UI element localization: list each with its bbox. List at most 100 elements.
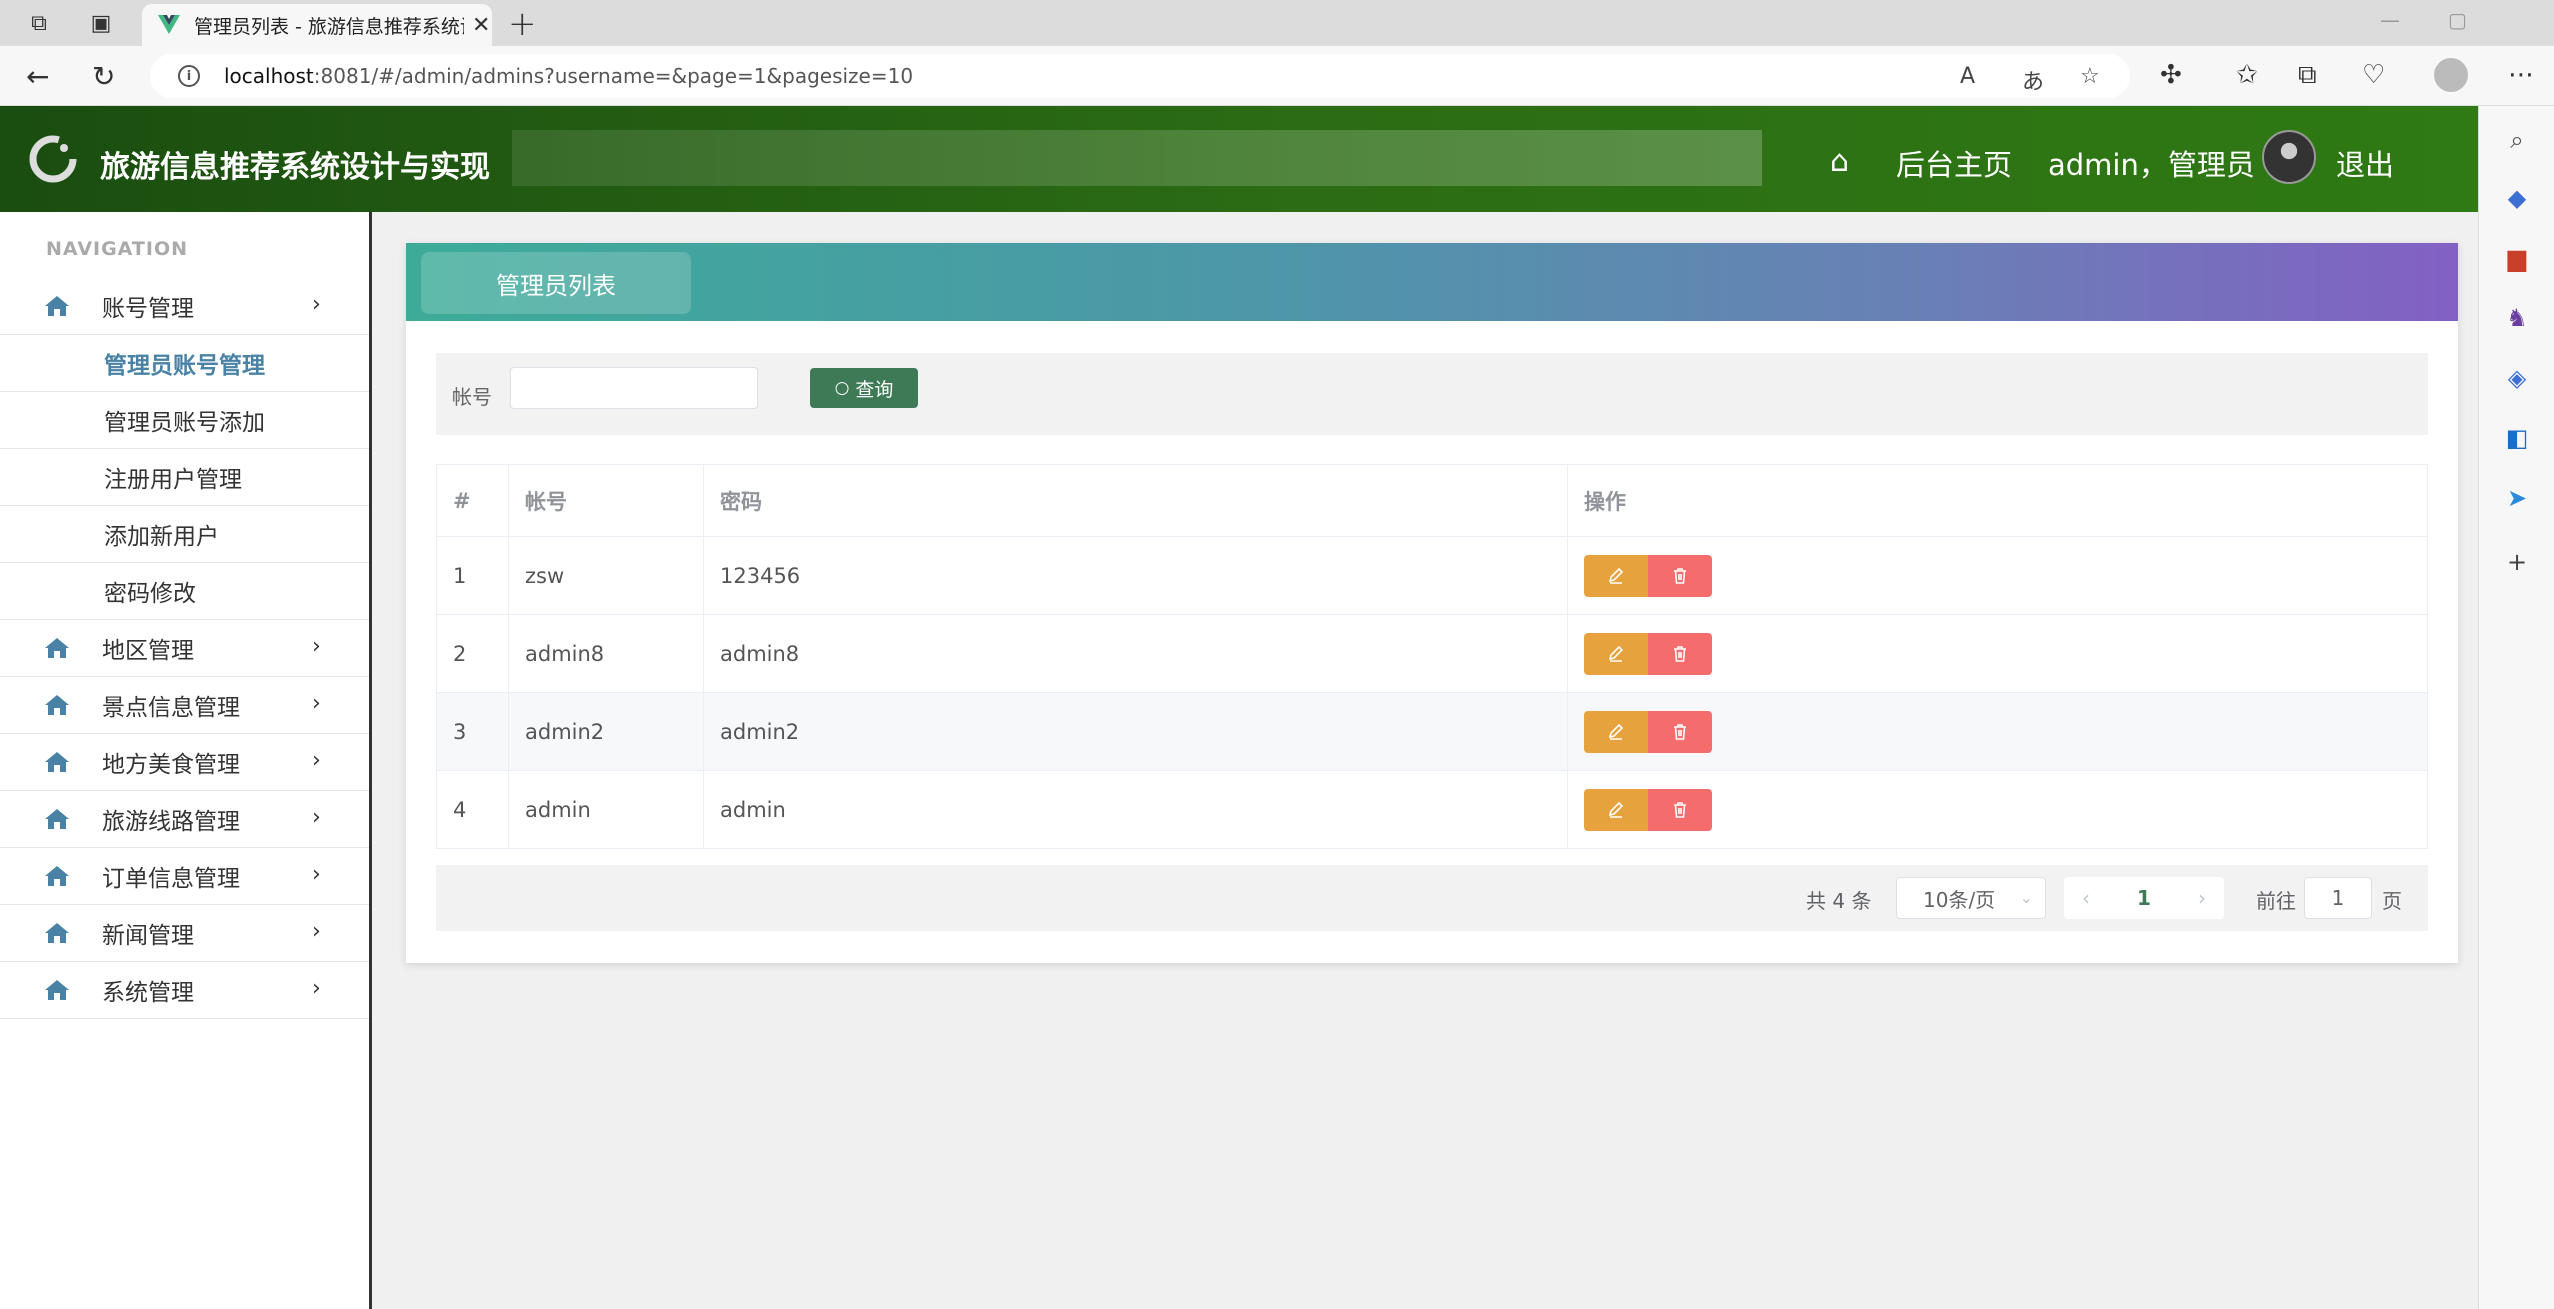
table-row: 1 zsw 123456 xyxy=(436,536,2428,615)
header-decoration xyxy=(512,130,1762,186)
sidebar-subitem-user-manage[interactable]: 注册用户管理 xyxy=(0,449,369,506)
account-search-label: 帐号 xyxy=(452,385,492,409)
sidebar-item-order[interactable]: 订单信息管理 › xyxy=(0,848,369,905)
chevron-right-icon: › xyxy=(312,805,321,830)
table-row: 4 admin admin xyxy=(436,770,2428,849)
refresh-icon[interactable]: ↻ xyxy=(92,60,115,93)
edit-icon xyxy=(1608,645,1624,662)
sidebar-subitem-password[interactable]: 密码修改 xyxy=(0,563,369,620)
chevron-right-icon: › xyxy=(312,919,321,944)
edit-icon xyxy=(1608,723,1624,740)
shopping-tag-icon[interactable]: ◆ xyxy=(2501,182,2533,214)
sidebar-subitem-admin-manage[interactable]: 管理员账号管理 xyxy=(0,335,369,392)
add-sidebar-icon[interactable]: + xyxy=(2501,546,2533,578)
vue-logo-icon xyxy=(158,15,180,34)
edit-button[interactable] xyxy=(1584,710,1648,753)
delete-button[interactable] xyxy=(1648,554,1712,597)
avatar[interactable] xyxy=(2262,130,2316,184)
sidebar-item-scenic[interactable]: 景点信息管理 › xyxy=(0,677,369,734)
next-page-icon[interactable]: › xyxy=(2198,886,2206,910)
workspaces-icon[interactable]: ⧉ xyxy=(26,10,52,36)
edit-button[interactable] xyxy=(1584,554,1648,597)
panel-header: 管理员列表 xyxy=(406,243,2458,321)
row-actions xyxy=(1567,692,2428,771)
sidebar-item-food[interactable]: 地方美食管理 › xyxy=(0,734,369,791)
prev-page-icon[interactable]: ‹ xyxy=(2082,886,2090,910)
admin-list-panel: 管理员列表 帐号 ○ 查询 # 帐号 密码 操作 1 zsw 123456 2 … xyxy=(406,243,2458,963)
row-password: 123456 xyxy=(703,536,1568,615)
row-actions xyxy=(1567,614,2428,693)
column-header-index: # xyxy=(436,464,509,537)
search-icon[interactable]: ⌕ xyxy=(2501,124,2533,156)
edit-button[interactable] xyxy=(1584,632,1648,675)
chevron-down-icon: ⌄ xyxy=(2019,888,2033,907)
home-icon[interactable]: ⌂ xyxy=(1830,144,1849,179)
url-field[interactable]: i localhost:8081/#/admin/admins?username… xyxy=(150,54,2130,98)
sidebar-item-account[interactable]: 账号管理 › xyxy=(0,278,369,335)
home-icon xyxy=(45,296,69,316)
extensions-icon[interactable]: ✣ xyxy=(2160,60,2182,90)
pager-controls: ‹ 1 › xyxy=(2064,877,2224,919)
current-page[interactable]: 1 xyxy=(2137,886,2151,910)
panel-title[interactable]: 管理员列表 xyxy=(421,252,691,314)
row-index: 4 xyxy=(436,770,509,849)
maximize-icon[interactable]: ▢ xyxy=(2448,8,2467,32)
search-button[interactable]: ○ 查询 xyxy=(810,368,918,408)
page-size-select[interactable]: 10条/页 ⌄ xyxy=(1896,877,2046,919)
outlook-icon[interactable]: ◧ xyxy=(2501,422,2533,454)
office-icon[interactable]: ◈ xyxy=(2501,362,2533,394)
minimize-icon[interactable]: — xyxy=(2380,8,2400,32)
pagination-total: 共 4 条 xyxy=(1806,889,1872,913)
trash-icon xyxy=(1674,801,1686,818)
delete-button[interactable] xyxy=(1648,632,1712,675)
site-info-icon[interactable]: i xyxy=(178,65,200,87)
sidebar-subitem-admin-add[interactable]: 管理员账号添加 xyxy=(0,392,369,449)
row-password: admin2 xyxy=(703,692,1568,771)
search-icon: ○ xyxy=(834,378,850,398)
back-icon[interactable]: ← xyxy=(26,60,49,93)
edit-button[interactable] xyxy=(1584,788,1648,831)
goto-page-input[interactable]: 1 xyxy=(2304,877,2372,919)
close-tab-icon[interactable]: ✕ xyxy=(472,13,490,38)
backend-home-link[interactable]: 后台主页 xyxy=(1896,142,2012,184)
new-tab-icon[interactable]: + xyxy=(508,4,537,44)
sidebar-item-region[interactable]: 地区管理 › xyxy=(0,620,369,677)
delete-button[interactable] xyxy=(1648,710,1712,753)
browser-tab[interactable]: 管理员列表 - 旅游信息推荐系统设计与实现 ✕ xyxy=(142,4,492,46)
sidebar-subitem-user-add[interactable]: 添加新用户 xyxy=(0,506,369,563)
sidebar-item-route[interactable]: 旅游线路管理 › xyxy=(0,791,369,848)
health-icon[interactable]: ♡ xyxy=(2362,60,2385,90)
tab-actions-icon[interactable]: ▣ xyxy=(88,10,114,36)
favorite-star-icon[interactable]: ☆ xyxy=(2080,64,2100,89)
collections-icon[interactable]: ⧉ xyxy=(2298,60,2317,91)
pagination: 共 4 条 10条/页 ⌄ ‹ 1 › 前往 1 页 xyxy=(436,865,2428,931)
page-size-value: 10条/页 xyxy=(1923,887,1996,912)
chevron-right-icon: › xyxy=(312,292,321,317)
profile-avatar-icon[interactable] xyxy=(2434,58,2468,92)
send-icon[interactable]: ➤ xyxy=(2501,482,2533,514)
sidebar-item-label: 旅游线路管理 xyxy=(102,809,240,835)
home-icon xyxy=(45,695,69,715)
sidebar-item-news[interactable]: 新闻管理 › xyxy=(0,905,369,962)
delete-button[interactable] xyxy=(1648,788,1712,831)
table-header-row: # 帐号 密码 操作 xyxy=(436,464,2428,537)
home-icon xyxy=(45,752,69,772)
app-logo-icon xyxy=(29,135,77,183)
chevron-right-icon: › xyxy=(312,634,321,659)
nav-heading: NAVIGATION xyxy=(46,238,188,260)
games-icon[interactable]: ♞ xyxy=(2501,302,2533,334)
translate-icon[interactable]: あ xyxy=(2022,64,2044,96)
trash-icon xyxy=(1674,567,1686,584)
account-search-input[interactable] xyxy=(510,367,758,409)
sidebar-item-system[interactable]: 系统管理 › xyxy=(0,962,369,1019)
favorites-icon[interactable]: ✩ xyxy=(2236,60,2258,90)
tools-icon[interactable]: ▆ xyxy=(2501,242,2533,274)
more-menu-icon[interactable]: ⋯ xyxy=(2508,60,2534,90)
sidebar-nav: NAVIGATION 账号管理 › 管理员账号管理 管理员账号添加 注册用户管理… xyxy=(0,212,372,1309)
chevron-right-icon: › xyxy=(312,691,321,716)
chevron-right-icon: › xyxy=(312,862,321,887)
logout-link[interactable]: 退出 xyxy=(2336,142,2394,184)
table-row: 2 admin8 admin8 xyxy=(436,614,2428,693)
read-aloud-icon[interactable]: A xyxy=(1960,64,1975,89)
column-header-actions: 操作 xyxy=(1567,464,2428,537)
